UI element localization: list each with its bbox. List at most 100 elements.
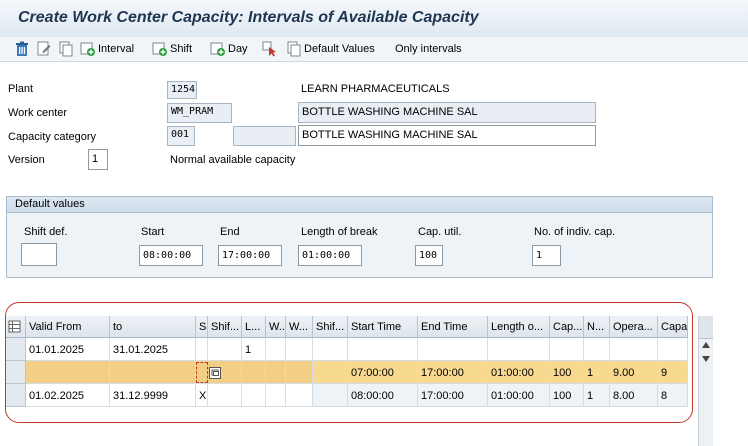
- row-selector[interactable]: [6, 338, 26, 361]
- column-header[interactable]: Cap...: [550, 316, 584, 338]
- table-cell[interactable]: [610, 338, 658, 361]
- scroll-down-icon[interactable]: [702, 356, 710, 362]
- column-header[interactable]: Shif...: [208, 316, 242, 338]
- table-cell[interactable]: 17:00:00: [418, 361, 488, 384]
- table-cell[interactable]: 9: [658, 361, 688, 384]
- column-header[interactable]: Capa...: [658, 316, 688, 338]
- table-cell[interactable]: [208, 338, 242, 361]
- column-header[interactable]: End Time: [418, 316, 488, 338]
- trash-icon: [16, 41, 28, 56]
- table-cell[interactable]: [658, 338, 688, 361]
- row-selector[interactable]: [6, 384, 26, 407]
- column-header[interactable]: Start Time: [348, 316, 418, 338]
- value-help-icon[interactable]: [209, 367, 221, 379]
- table-cell[interactable]: 07:00:00: [348, 361, 418, 384]
- table-cell[interactable]: [242, 384, 266, 407]
- table-cell[interactable]: 31.12.9999: [110, 384, 196, 407]
- table-cell[interactable]: [266, 338, 286, 361]
- capacity-category-field[interactable]: 001: [167, 126, 195, 146]
- table-cell[interactable]: 01.01.2025: [26, 338, 110, 361]
- column-header[interactable]: Shif...: [313, 316, 348, 338]
- table-cell[interactable]: [348, 338, 418, 361]
- copy-button[interactable]: [58, 41, 76, 57]
- default-values-group: Default values Shift def. Start 08:00:00…: [6, 196, 713, 278]
- document-edit-icon: [37, 41, 51, 56]
- table-cell[interactable]: 17:00:00: [418, 384, 488, 407]
- column-header[interactable]: Length o...: [488, 316, 550, 338]
- shift-def-field[interactable]: [21, 243, 57, 266]
- scrollbar-top-cap: [699, 316, 713, 339]
- table-cell[interactable]: 1: [584, 361, 610, 384]
- table-cell[interactable]: X: [196, 384, 208, 407]
- page-title: Create Work Center Capacity: Intervals o…: [18, 9, 479, 26]
- only-intervals-button[interactable]: Only intervals: [395, 41, 462, 57]
- table-cell[interactable]: [313, 384, 348, 407]
- row-selector[interactable]: [6, 361, 26, 384]
- details-button[interactable]: [36, 41, 54, 57]
- application-toolbar: Interval Shift Day Default Values Only i…: [0, 37, 748, 62]
- table-cell[interactable]: [488, 338, 550, 361]
- table-cell[interactable]: [266, 361, 286, 384]
- work-center-description-field: BOTTLE WASHING MACHINE SAL: [298, 102, 596, 123]
- work-center-field[interactable]: WM_PRAM: [167, 103, 232, 123]
- table-cell[interactable]: [286, 338, 313, 361]
- plant-field[interactable]: 1254: [167, 81, 197, 99]
- interval-button[interactable]: Interval: [80, 41, 134, 57]
- table-settings-button[interactable]: [6, 316, 26, 338]
- table-cell[interactable]: 9.00: [610, 361, 658, 384]
- capacity-extra-field[interactable]: [233, 126, 296, 146]
- column-header[interactable]: N...: [584, 316, 610, 338]
- table-cell[interactable]: [110, 361, 196, 384]
- column-header[interactable]: to: [110, 316, 196, 338]
- column-header[interactable]: Valid From: [26, 316, 110, 338]
- table-cell[interactable]: 8.00: [610, 384, 658, 407]
- table-cell[interactable]: 100: [550, 384, 584, 407]
- table-cell[interactable]: [313, 338, 348, 361]
- select-button[interactable]: [262, 41, 280, 57]
- default-values-header: Default values: [7, 197, 712, 213]
- column-header[interactable]: W...: [266, 316, 286, 338]
- table-cell[interactable]: [266, 384, 286, 407]
- table-cell[interactable]: [550, 338, 584, 361]
- table-cell[interactable]: 1: [584, 384, 610, 407]
- column-header[interactable]: Opera...: [610, 316, 658, 338]
- table-cell[interactable]: 01.02.2025: [26, 384, 110, 407]
- default-values-icon: [287, 41, 301, 57]
- indiv-cap-field[interactable]: 1: [532, 245, 561, 266]
- capacity-description-field[interactable]: BOTTLE WASHING MACHINE SAL: [298, 125, 596, 146]
- end-field[interactable]: 17:00:00: [218, 245, 282, 266]
- table-cell[interactable]: [584, 338, 610, 361]
- table-cell[interactable]: [286, 384, 313, 407]
- cap-util-field[interactable]: 100: [415, 245, 443, 266]
- version-field[interactable]: 1: [88, 149, 108, 170]
- shift-button[interactable]: Shift: [152, 41, 192, 57]
- column-header[interactable]: S: [196, 316, 208, 338]
- table-cell[interactable]: [196, 338, 208, 361]
- delete-button[interactable]: [14, 41, 32, 57]
- default-values-button[interactable]: Default Values: [286, 41, 375, 57]
- table-cell[interactable]: [242, 361, 266, 384]
- table-cell[interactable]: 31.01.2025: [110, 338, 196, 361]
- table-cell[interactable]: 01:00:00: [488, 384, 550, 407]
- break-field[interactable]: 01:00:00: [298, 245, 362, 266]
- table-cell[interactable]: [313, 361, 348, 384]
- table-cell[interactable]: [208, 384, 242, 407]
- day-button[interactable]: Day: [210, 41, 248, 57]
- table-cell[interactable]: 01:00:00: [488, 361, 550, 384]
- table-scrollbar[interactable]: [698, 316, 713, 446]
- column-header[interactable]: L...: [242, 316, 266, 338]
- table-cell[interactable]: [418, 338, 488, 361]
- table-cell[interactable]: [26, 361, 110, 384]
- scroll-up-icon[interactable]: [702, 342, 710, 348]
- table-cell[interactable]: 08:00:00: [348, 384, 418, 407]
- column-header[interactable]: W...: [286, 316, 313, 338]
- main-area: Plant 1254 LEARN PHARMACEUTICALS Work ce…: [0, 62, 748, 446]
- table-cell[interactable]: 100: [550, 361, 584, 384]
- default-values-label: Default Values: [304, 43, 375, 55]
- start-field[interactable]: 08:00:00: [139, 245, 203, 266]
- table-cell[interactable]: [286, 361, 313, 384]
- table-cell[interactable]: 8: [658, 384, 688, 407]
- capacity-category-label: Capacity category: [8, 131, 97, 143]
- table-cell[interactable]: 1: [242, 338, 266, 361]
- intervals-table: Valid FromtoSShif...L...W...W...Shif...S…: [6, 316, 713, 446]
